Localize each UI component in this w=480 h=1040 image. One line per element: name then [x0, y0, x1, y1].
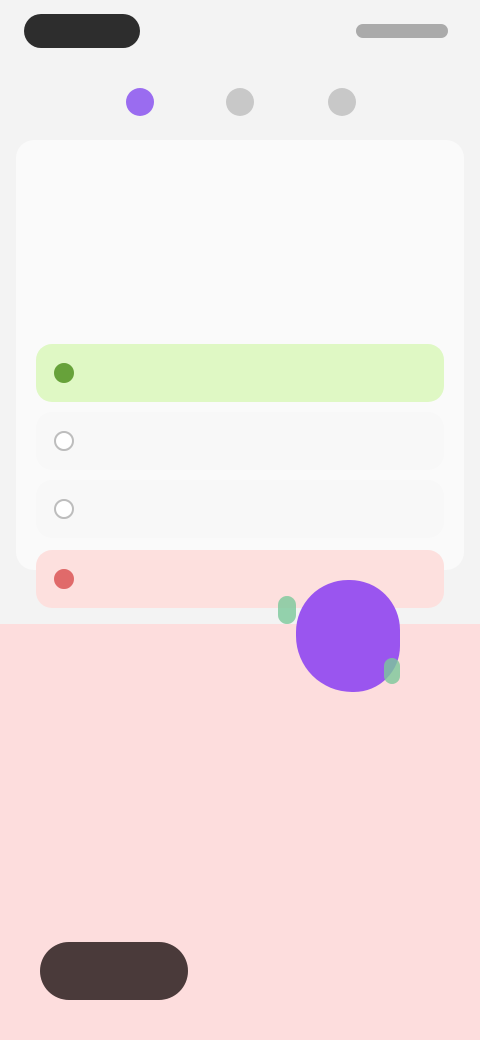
quiz-eyebrow	[40, 160, 152, 178]
cross-icon	[54, 569, 74, 589]
sparkle-icon	[278, 596, 296, 624]
tab-profile[interactable]	[314, 74, 370, 130]
lesson-icon	[126, 88, 154, 116]
answer-option-correct[interactable]	[36, 344, 444, 402]
check-icon	[54, 363, 74, 383]
tab-practice[interactable]	[212, 74, 268, 130]
status-indicators	[356, 24, 448, 38]
radio-icon	[54, 431, 74, 451]
sparkle-icon	[384, 658, 400, 684]
radio-icon	[54, 499, 74, 519]
tab-lesson[interactable]	[112, 74, 168, 130]
continue-button[interactable]	[40, 942, 188, 1000]
answer-option[interactable]	[36, 480, 444, 538]
answer-option[interactable]	[36, 412, 444, 470]
status-bar	[0, 0, 480, 60]
profile-icon	[328, 88, 356, 116]
status-pill	[24, 14, 140, 48]
practice-icon	[226, 88, 254, 116]
top-tab-bar	[0, 64, 480, 136]
